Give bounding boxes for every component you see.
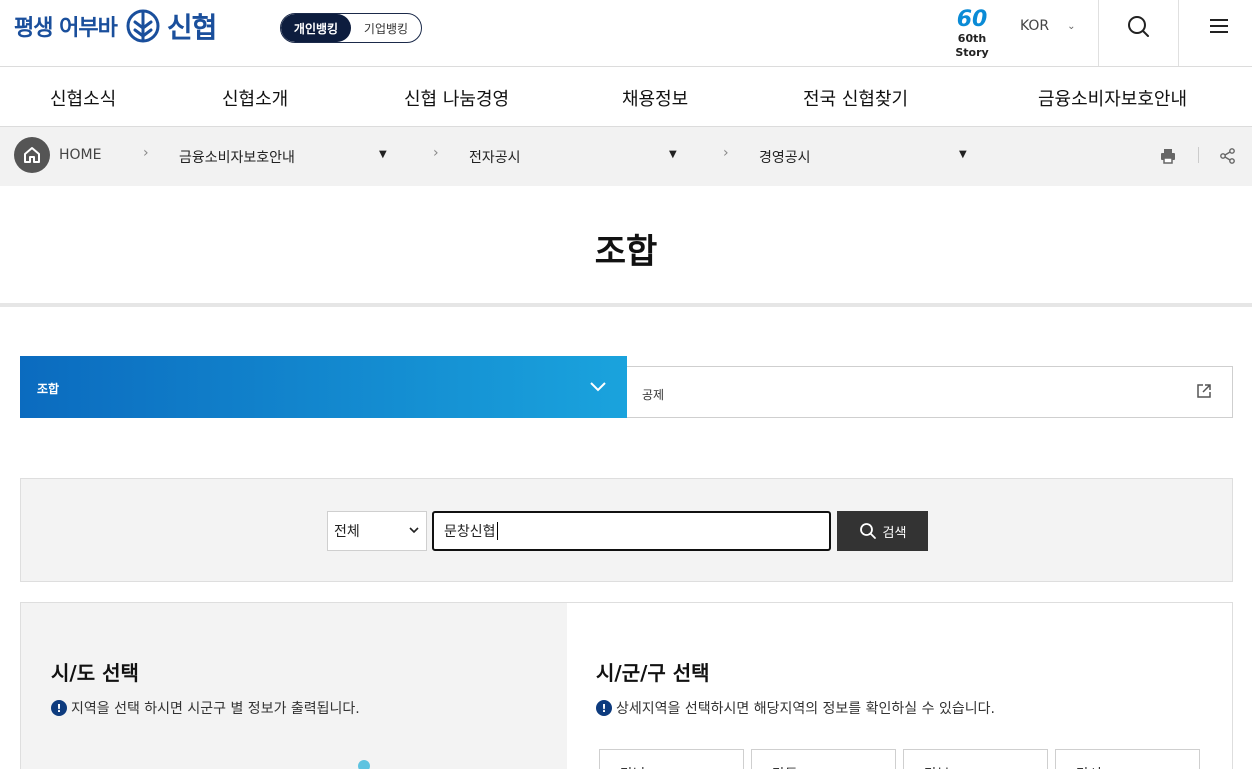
search-input-value: 문창신협 — [444, 524, 496, 540]
home-button[interactable] — [14, 137, 50, 173]
print-icon[interactable] — [1159, 147, 1177, 165]
gnb-item-find-branch[interactable]: 전국 신협찾기 — [803, 85, 908, 111]
province-panel: 시/도 선택 ! 지역을 선택 하시면 시군구 별 정보가 출력됩니다. — [21, 603, 567, 769]
shinhyup-logo-icon — [126, 9, 160, 43]
dropdown-caret-icon[interactable]: ▼ — [669, 149, 677, 160]
breadcrumb-level2[interactable]: 전자공시 — [469, 147, 521, 167]
district-note: ! 상세지역을 선택하시면 해당지역의 정보를 확인하실 수 있습니다. — [596, 698, 995, 718]
search-category-select[interactable]: 전체 — [327, 511, 427, 551]
tab-insurance[interactable]: 공제 — [627, 366, 1233, 418]
home-icon — [24, 147, 40, 163]
gnb-item-consumer-protection[interactable]: 금융소비자보호안내 — [1038, 85, 1187, 111]
site-logo[interactable]: 평생 어부바 신협 — [14, 8, 218, 44]
search-icon — [859, 523, 876, 539]
province-note: ! 지역을 선택 하시면 시군구 별 정보가 출력됩니다. — [51, 698, 360, 718]
story-number: 60 — [956, 7, 988, 32]
search-category-value: 전체 — [334, 524, 360, 540]
gnb-item-news[interactable]: 신협소식 — [50, 85, 116, 111]
search-button-label: 검색 — [882, 525, 907, 541]
page-title: 조합 — [594, 232, 658, 272]
search-icon[interactable] — [1118, 12, 1158, 42]
gnb-item-recruit[interactable]: 채용정보 — [622, 85, 688, 111]
district-button[interactable]: 강북 — [903, 749, 1048, 769]
breadcrumb-level1[interactable]: 금융소비자보호안내 — [179, 147, 295, 167]
region-selector: 시/도 선택 ! 지역을 선택 하시면 시군구 별 정보가 출력됩니다. 시/군… — [20, 602, 1233, 769]
district-title: 시/군/구 선택 — [596, 661, 710, 685]
district-button[interactable]: 강남 — [599, 749, 744, 769]
header-divider — [1098, 0, 1099, 66]
external-link-icon — [1197, 384, 1211, 398]
logo-slogan: 평생 어부바 — [14, 16, 118, 41]
gnb-item-about[interactable]: 신협소개 — [222, 85, 288, 111]
info-icon: ! — [51, 700, 67, 716]
search-input[interactable]: 문창신협 — [432, 511, 831, 551]
dropdown-caret-icon[interactable]: ▼ — [379, 149, 387, 160]
search-button[interactable]: 검색 — [837, 511, 928, 551]
district-button[interactable]: 강서 — [1055, 749, 1200, 769]
global-navigation: 신협소식 신협소개 신협 나눔경영 채용정보 전국 신협찾기 금융소비자보호안내 — [0, 67, 1252, 127]
chevron-down-icon — [590, 382, 606, 392]
chevron-down-icon: ⌄ — [1067, 20, 1076, 32]
map-region-marker[interactable] — [358, 760, 370, 769]
district-note-text: 상세지역을 선택하시면 해당지역의 정보를 확인하실 수 있습니다. — [616, 701, 995, 717]
tab-union-label: 조합 — [37, 382, 60, 396]
tab-union[interactable]: 조합 — [20, 356, 627, 418]
story-label: 60th Story — [955, 32, 989, 59]
banking-toggle: 개인뱅킹 기업뱅킹 — [280, 13, 422, 43]
share-icon[interactable] — [1219, 147, 1237, 165]
province-note-text: 지역을 선택 하시면 시군구 별 정보가 출력됩니다. — [71, 701, 360, 717]
title-divider — [0, 303, 1252, 307]
logo-brand: 신협 — [166, 11, 218, 44]
text-cursor — [496, 522, 498, 540]
60th-story-link[interactable]: 60 60th Story — [944, 7, 1000, 60]
breadcrumb-home[interactable]: HOME — [59, 147, 101, 163]
province-title: 시/도 선택 — [51, 661, 139, 685]
chevron-right-icon: › — [723, 145, 729, 161]
site-header: 평생 어부바 신협 개인뱅킹 기업뱅킹 60 60th Story KOR ⌄ — [0, 0, 1252, 67]
breadcrumb: HOME › 금융소비자보호안내 ▼ › 전자공시 ▼ › 경영공시 ▼ — [0, 127, 1252, 186]
personal-banking-button[interactable]: 개인뱅킹 — [281, 14, 351, 42]
hamburger-menu-icon[interactable] — [1200, 12, 1238, 42]
language-label: KOR — [1020, 18, 1050, 34]
tab-insurance-label: 공제 — [642, 388, 665, 402]
chevron-right-icon: › — [143, 145, 149, 161]
business-banking-button[interactable]: 기업뱅킹 — [351, 14, 421, 42]
gnb-item-sharing[interactable]: 신협 나눔경영 — [404, 85, 509, 111]
header-divider — [1178, 0, 1179, 66]
info-icon: ! — [596, 700, 612, 716]
dropdown-caret-icon[interactable]: ▼ — [959, 149, 967, 160]
toolbar-divider — [1198, 147, 1199, 163]
chevron-right-icon: › — [433, 145, 439, 161]
district-button[interactable]: 강동 — [751, 749, 896, 769]
search-panel: 전체 문창신협 검색 — [20, 478, 1233, 582]
chevron-down-icon — [409, 527, 419, 534]
language-selector[interactable]: KOR ⌄ — [1020, 18, 1076, 34]
breadcrumb-level3[interactable]: 경영공시 — [759, 147, 811, 167]
